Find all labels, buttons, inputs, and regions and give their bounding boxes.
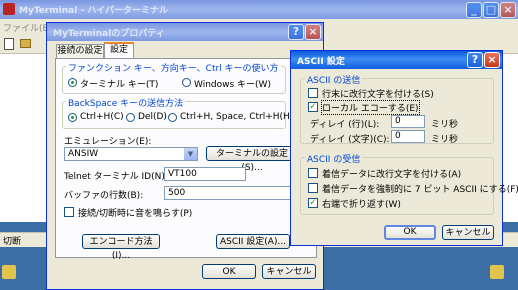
local-echo-label: ローカル エコーする(E) bbox=[321, 100, 420, 115]
ascii-settings-dialog: ASCII 設定 ? × ASCII の送信 行末に改行文字を付ける(S) ✓ … bbox=[290, 50, 518, 246]
ascii-ok-button[interactable]: OK bbox=[384, 225, 436, 240]
beep-label: 接続/切断時に音を鳴らす(P) bbox=[78, 209, 193, 219]
emulation-value: ANSIW bbox=[68, 149, 99, 159]
cancel-button[interactable]: キャンセル bbox=[262, 264, 316, 279]
char-delay-unit: ミリ秒 bbox=[431, 135, 459, 145]
telnet-id-label: Telnet ターミナル ID(N): bbox=[64, 172, 168, 182]
windows-keys-radio[interactable] bbox=[182, 78, 191, 87]
ctrl-h-radio[interactable] bbox=[68, 113, 77, 122]
line-delay-input[interactable]: 0 bbox=[391, 115, 425, 128]
help-icon[interactable]: ? bbox=[467, 52, 483, 68]
properties-title-bar: MyTerminalのプロパティ ? × bbox=[47, 23, 323, 41]
menu-file[interactable]: ファイル(E) bbox=[3, 21, 52, 34]
line-ends-label: 行末に改行文字を付ける(S) bbox=[322, 90, 434, 100]
wrap-checkbox[interactable]: ✓ bbox=[308, 198, 318, 208]
tab-panel: ファンクション キー、方向キー、Ctrl キーの使い方 ターミナル キー(T) … bbox=[55, 58, 317, 261]
local-echo-checkbox[interactable]: ✓ bbox=[308, 102, 318, 112]
close-icon[interactable]: × bbox=[305, 24, 321, 40]
append-lf-checkbox[interactable] bbox=[308, 168, 318, 178]
emulation-select[interactable]: ANSIW ▼ bbox=[64, 147, 198, 161]
new-icon[interactable] bbox=[4, 38, 14, 50]
ascii-title-bar: ASCII 設定 ? × bbox=[291, 51, 502, 69]
ascii-settings-button[interactable]: ASCII 設定(A)... bbox=[216, 234, 290, 249]
ascii-receive-title: ASCII の受信 bbox=[305, 152, 363, 165]
background-title-bar: MyTerminal - ハイパーターミナル _ □ × bbox=[0, 0, 518, 19]
properties-dialog: MyTerminalのプロパティ ? × 接続の設定 設定 ファンクション キー… bbox=[46, 22, 324, 290]
maximize-icon[interactable]: □ bbox=[483, 2, 499, 18]
ctrl-h-label: Ctrl+H(C) bbox=[80, 112, 124, 122]
function-keys-title: ファンクション キー、方向キー、Ctrl キーの使い方 bbox=[66, 61, 281, 74]
buffer-lines-label: バッファの行数(B): bbox=[64, 191, 144, 201]
del-radio[interactable] bbox=[126, 113, 135, 122]
char-delay-label: ディレイ (文字)(C): bbox=[310, 135, 390, 145]
windows-keys-label: Windows キー(W) bbox=[194, 80, 271, 90]
telnet-id-input[interactable]: VT100 bbox=[164, 167, 246, 181]
properties-title: MyTerminalのプロパティ bbox=[53, 29, 165, 39]
line-delay-label: ディレイ (行)(L): bbox=[310, 120, 380, 130]
tab-connection[interactable]: 接続の設定 bbox=[56, 44, 104, 59]
desktop-icon[interactable] bbox=[490, 265, 504, 279]
line-ends-checkbox[interactable] bbox=[308, 88, 318, 98]
ok-button[interactable]: OK bbox=[202, 264, 256, 279]
emulation-label: エミュレーション(E): bbox=[64, 137, 152, 147]
force-7bit-checkbox[interactable] bbox=[308, 183, 318, 193]
open-icon[interactable] bbox=[20, 39, 31, 48]
help-icon[interactable]: ? bbox=[288, 24, 304, 40]
force-7bit-label: 着信データを強制的に 7 ビット ASCII にする(F) bbox=[322, 185, 518, 195]
line-delay-unit: ミリ秒 bbox=[431, 120, 459, 130]
buffer-lines-value: 500 bbox=[168, 188, 186, 198]
tab-settings[interactable]: 設定 bbox=[104, 42, 134, 59]
terminal-keys-label: ターミナル キー(T) bbox=[80, 80, 159, 90]
ascii-send-title: ASCII の送信 bbox=[305, 73, 363, 86]
status-text: 切断 bbox=[3, 237, 22, 247]
background-window-title: MyTerminal - ハイパーターミナル bbox=[19, 6, 168, 16]
ascii-cancel-button[interactable]: キャンセル bbox=[442, 225, 494, 240]
wrap-label: 右端で折り返す(W) bbox=[322, 200, 401, 210]
append-lf-label: 着信データに改行文字を付ける(A) bbox=[322, 170, 462, 180]
close-icon[interactable]: × bbox=[484, 52, 500, 68]
chevron-down-icon[interactable]: ▼ bbox=[184, 148, 197, 160]
ctrl-h-space-label: Ctrl+H, Space, Ctrl+H(H) bbox=[180, 112, 294, 122]
app-icon bbox=[3, 3, 15, 15]
close-icon[interactable]: × bbox=[500, 2, 516, 18]
terminal-keys-radio[interactable] bbox=[68, 78, 77, 87]
terminal-setup-button[interactable]: ターミナルの設定(S)... bbox=[206, 146, 298, 173]
ascii-dialog-title: ASCII 設定 bbox=[297, 57, 345, 67]
encode-button[interactable]: エンコード方法(I)... bbox=[82, 234, 160, 261]
beep-checkbox[interactable] bbox=[64, 207, 74, 217]
desktop-icon[interactable] bbox=[2, 265, 16, 279]
minimize-icon[interactable]: _ bbox=[466, 2, 482, 18]
char-delay-input[interactable]: 0 bbox=[391, 130, 425, 143]
backspace-title: BackSpace キーの送信方法 bbox=[66, 96, 186, 109]
del-label: Del(D) bbox=[138, 112, 167, 122]
ctrl-h-space-radio[interactable] bbox=[168, 113, 177, 122]
